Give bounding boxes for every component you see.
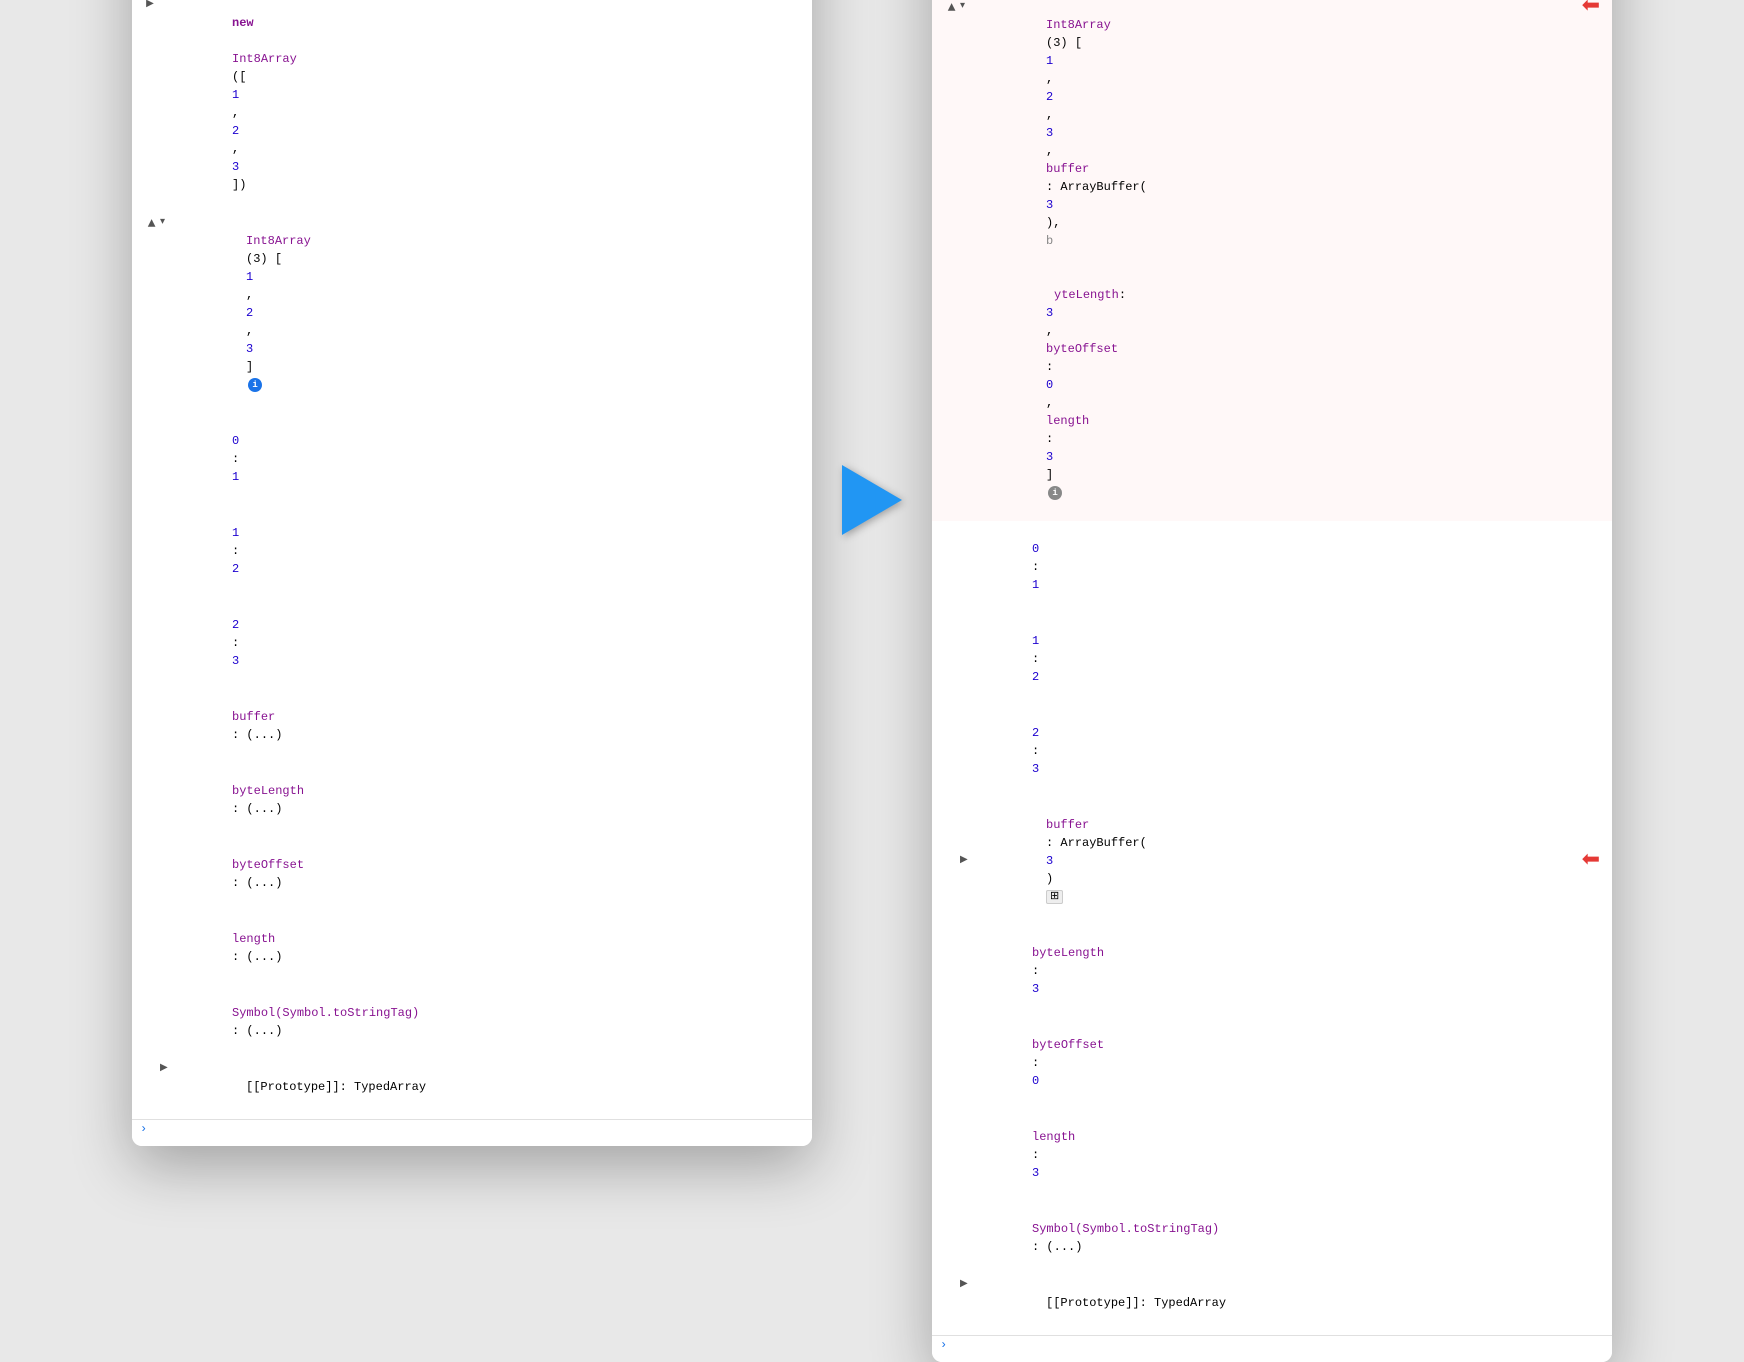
left-devtools-window: DevTools - developer.chrome.com/docs/dev…: [132, 0, 812, 1146]
right-console-input-line: ›: [932, 1335, 1612, 1354]
left-prop-prototype: ▶ [[Prototype]]: TypedArray: [132, 1059, 812, 1115]
right-info-icon: i: [1048, 486, 1062, 500]
left-line-array: ◀ ▾ Int8Array (3) [ 1 , 2 , 3 ] i: [132, 213, 812, 413]
arrow-container: [842, 465, 902, 535]
left-prop-2-content: 2 : 3: [160, 598, 804, 688]
right-prop-1-content: 1 : 2: [960, 614, 1604, 704]
right-prop-0-content: 0 : 1: [960, 522, 1604, 612]
right-buffer-arrow[interactable]: ▶: [960, 852, 974, 870]
left-info-icon: i: [248, 378, 262, 392]
left-prop-symbol-content: Symbol(Symbol.toStringTag) : (...): [160, 986, 804, 1058]
right-array-content: Int8Array (3) [ 1 , 2 , 3 , buffer : Arr…: [974, 0, 1582, 520]
right-prop-byteoffset: byteOffset : 0: [932, 1017, 1612, 1109]
right-prop-2-content: 2 : 3: [960, 706, 1604, 796]
right-prop-2: 2 : 3: [932, 705, 1612, 797]
right-prop-byteoffset-content: byteOffset : 0: [960, 1018, 1604, 1108]
left-prop-prototype-content: [[Prototype]]: TypedArray: [174, 1060, 804, 1114]
right-prop-length: length : 3: [932, 1109, 1612, 1201]
left-expand-arrow[interactable]: ▾: [160, 214, 174, 232]
left-prop-0: 0 : 1: [132, 413, 812, 505]
right-expand-arrow[interactable]: ▾: [960, 0, 974, 16]
right-prop-0: 0 : 1: [932, 521, 1612, 613]
right-prop-symbol-content: Symbol(Symbol.toStringTag) : (...): [960, 1202, 1604, 1274]
right-prop-bytelength: byteLength : 3: [932, 925, 1612, 1017]
left-line-gutter-2: ◀: [140, 214, 160, 232]
left-prop-0-content: 0 : 1: [160, 414, 804, 504]
left-array-content: Int8Array (3) [ 1 , 2 , 3 ] i: [174, 214, 804, 412]
right-prop-bytelength-content: byteLength : 3: [960, 926, 1604, 1016]
right-chevron-icon: ›: [940, 1338, 947, 1352]
left-prop-symbol: Symbol(Symbol.toStringTag) : (...): [132, 985, 812, 1059]
left-line-1-content: new Int8Array ([ 1 , 2 , 3 ]): [160, 0, 804, 212]
left-prototype-arrow[interactable]: ▶: [160, 1060, 174, 1078]
left-prop-1: 1 : 2: [132, 505, 812, 597]
right-red-arrow-buffer: ⬅: [1582, 852, 1604, 870]
right-devtools-window: DevTools - developer.chrome.com/docs/dev…: [932, 0, 1612, 1362]
left-prop-byteoffset: byteOffset : (...): [132, 837, 812, 911]
right-prop-length-content: length : 3: [960, 1110, 1604, 1200]
left-prop-1-content: 1 : 2: [160, 506, 804, 596]
left-console-content: ▶ new Int8Array ([ 1 , 2 , 3 ]): [132, 0, 812, 1146]
left-prop-length-content: length : (...): [160, 912, 804, 984]
left-prop-bytelength: byteLength : (...): [132, 763, 812, 837]
right-line-array: ◀ ▾ Int8Array (3) [ 1 , 2 , 3 , buffer :…: [932, 0, 1612, 521]
right-prop-buffer-content: buffer : ArrayBuffer( 3 ) ⊞: [974, 798, 1576, 924]
left-prop-buffer-content: buffer : (...): [160, 690, 804, 762]
left-prop-bytelength-content: byteLength : (...): [160, 764, 804, 836]
right-prop-buffer: ▶ buffer : ArrayBuffer( 3 ) ⊞ ⬅: [932, 797, 1612, 925]
left-prop-buffer: buffer : (...): [132, 689, 812, 763]
left-chevron-icon: ›: [140, 1122, 147, 1136]
left-prop-byteoffset-content: byteOffset : (...): [160, 838, 804, 910]
right-prototype-arrow[interactable]: ▶: [960, 1276, 974, 1294]
right-red-arrow-array: ⬅: [1582, 0, 1604, 16]
left-prop-2: 2 : 3: [132, 597, 812, 689]
right-console-content: ▶ new Int8Array ([ 1 , 2 , 3 ]): [932, 0, 1612, 1362]
arraybuffer-icon: ⊞: [1046, 890, 1063, 904]
left-line-input: ▶ new Int8Array ([ 1 , 2 , 3 ]): [132, 0, 812, 213]
left-kw-class: Int8Array: [232, 52, 297, 66]
left-prop-length: length : (...): [132, 911, 812, 985]
left-console-input-line: ›: [132, 1119, 812, 1138]
left-line-gutter-1: ▶: [140, 0, 160, 14]
right-prop-prototype: ▶ [[Prototype]]: TypedArray: [932, 1275, 1612, 1331]
right-prop-symbol: Symbol(Symbol.toStringTag) : (...): [932, 1201, 1612, 1275]
right-prop-1: 1 : 2: [932, 613, 1612, 705]
right-line-gutter-2: ◀: [940, 0, 960, 16]
scene: DevTools - developer.chrome.com/docs/dev…: [132, 0, 1612, 1362]
right-prop-prototype-content: [[Prototype]]: TypedArray: [974, 1276, 1604, 1330]
forward-arrow: [842, 465, 902, 535]
left-kw-new: new: [232, 16, 254, 30]
